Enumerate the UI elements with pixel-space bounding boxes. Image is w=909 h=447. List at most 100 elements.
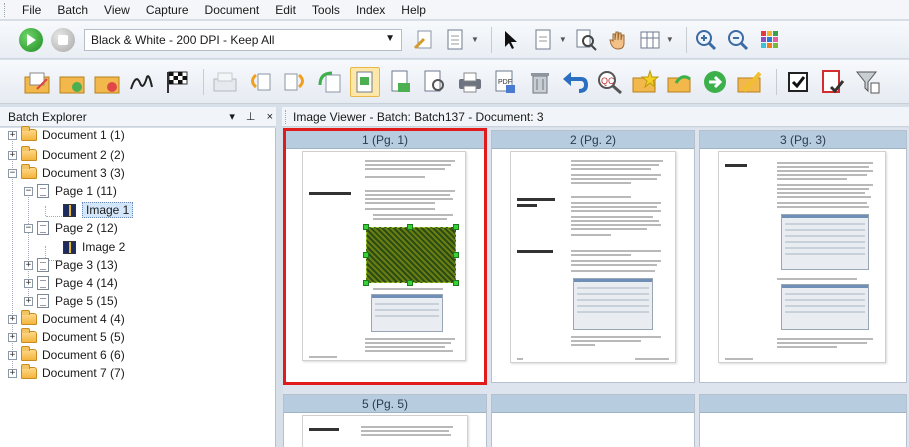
page-thumbnail-empty[interactable] (491, 394, 695, 447)
expand-icon[interactable]: + (8, 332, 17, 342)
pan-tool-button[interactable] (605, 27, 631, 53)
tree-item-page-2[interactable]: − Page 2 (12) (24, 218, 118, 238)
menu-help[interactable]: Help (393, 0, 434, 20)
refresh-button[interactable] (700, 67, 730, 97)
dropdown-arrow-icon[interactable]: ▼ (666, 35, 674, 44)
panel-controls[interactable]: ▾ ⊥ × (229, 110, 277, 123)
tree-item-label: Document 1 (1) (42, 128, 125, 142)
page-green-icon (391, 70, 410, 92)
tree-item-page-3[interactable]: + Page 3 (13) (24, 255, 118, 275)
scanner-button[interactable] (210, 67, 240, 97)
toolbar-separator (203, 68, 204, 95)
collapse-icon[interactable]: − (8, 168, 17, 178)
menu-bar: File Batch View Capture Document Edit To… (0, 0, 909, 20)
tree-item-document-3[interactable]: − Document 3 (3) (8, 163, 125, 183)
rotate-180-button[interactable] (315, 67, 345, 97)
tree-item-document-6[interactable]: + Document 6 (6) (8, 345, 125, 365)
batch-star-button[interactable] (630, 67, 660, 97)
batch-next-button[interactable] (665, 67, 695, 97)
menu-edit[interactable]: Edit (267, 0, 304, 20)
reject-button[interactable] (818, 67, 848, 97)
expand-icon[interactable]: + (8, 314, 17, 324)
collapse-icon[interactable]: − (24, 223, 33, 233)
page-view-button[interactable] (530, 27, 556, 53)
signature-icon (130, 74, 153, 89)
zoom-out-button[interactable] (725, 27, 751, 53)
approve-button[interactable] (783, 67, 813, 97)
tree-item-document-1[interactable]: + Document 1 (1) (8, 125, 125, 145)
menu-capture[interactable]: Capture (138, 0, 197, 20)
menu-index[interactable]: Index (348, 0, 393, 20)
stop-icon (51, 27, 75, 52)
image-viewer-header: Image Viewer - Batch: Batch137 - Documen… (283, 107, 909, 127)
stop-scan-button[interactable] (50, 27, 76, 53)
edit-index-button[interactable] (735, 67, 765, 97)
menu-tools[interactable]: Tools (304, 0, 348, 20)
page-thumbnail-empty[interactable] (699, 394, 907, 447)
dropdown-arrow-icon[interactable]: ▼ (471, 35, 479, 44)
menu-document[interactable]: Document (197, 0, 268, 20)
page-thumbnail-2[interactable]: 2 (Pg. 2) (491, 130, 695, 383)
expand-icon[interactable]: + (24, 260, 33, 270)
panel-splitter[interactable] (276, 107, 282, 447)
tree-item-document-5[interactable]: + Document 5 (5) (8, 327, 125, 347)
scan-profile-select[interactable]: Black & White - 200 DPI - Keep All ▼ (84, 28, 402, 51)
deskew-button[interactable] (385, 67, 415, 97)
signature-button[interactable] (127, 67, 157, 97)
qc-button[interactable]: QC (595, 67, 625, 97)
folder-open-icon (59, 76, 85, 93)
page-search-button[interactable] (420, 67, 450, 97)
scan-batch-button[interactable] (22, 67, 52, 97)
start-scan-button[interactable] (18, 27, 44, 53)
page-red-check-icon (822, 69, 845, 93)
select-tool-button[interactable] (498, 27, 524, 53)
menu-grip[interactable] (4, 3, 7, 17)
thumbnails-button[interactable] (757, 27, 783, 53)
page-preview (510, 151, 676, 363)
tree-item-page-1[interactable]: − Page 1 (11) (24, 181, 117, 201)
menu-batch[interactable]: Batch (49, 0, 96, 20)
undo-button[interactable] (560, 67, 590, 97)
expand-icon[interactable]: + (8, 150, 17, 160)
batch-explorer-header: Batch Explorer ▾ ⊥ × (0, 107, 283, 127)
zoom-in-button[interactable] (693, 27, 719, 53)
panel-grip[interactable] (285, 110, 288, 124)
expand-icon[interactable]: + (8, 350, 17, 360)
tree-item-page-5[interactable]: + Page 5 (15) (24, 291, 118, 311)
zoom-selection-button[interactable] (573, 27, 599, 53)
print-button[interactable] (455, 67, 485, 97)
tree-item-document-7[interactable]: + Document 7 (7) (8, 363, 125, 383)
tree-item-document-4[interactable]: + Document 4 (4) (8, 309, 125, 329)
crop-image-button[interactable] (350, 66, 380, 97)
folder-icon (21, 126, 37, 141)
fit-view-button[interactable] (637, 27, 663, 53)
finish-batch-button[interactable] (162, 67, 192, 97)
dropdown-arrow-icon[interactable]: ▼ (559, 35, 567, 44)
tree-item-image-1[interactable]: Image 1 (63, 200, 134, 220)
folder-arrow-icon (667, 74, 691, 92)
rotate-right-button[interactable] (280, 67, 310, 97)
open-batch-button[interactable] (57, 67, 87, 97)
expand-icon[interactable]: + (8, 368, 17, 378)
filter-button[interactable] (853, 67, 883, 97)
expand-icon[interactable]: + (24, 278, 33, 288)
page-thumbnail-1[interactable]: 1 (Pg. 1) (283, 128, 487, 385)
tree-item-document-2[interactable]: + Document 2 (2) (8, 145, 125, 165)
expand-icon[interactable]: + (8, 130, 17, 140)
close-batch-button[interactable] (92, 67, 122, 97)
delete-button[interactable] (525, 67, 555, 97)
page-options-button[interactable] (442, 27, 468, 53)
collapse-icon[interactable]: − (24, 186, 33, 196)
page-thumbnail-5[interactable]: 5 (Pg. 5) (283, 394, 487, 447)
profile-settings-button[interactable] (410, 27, 436, 53)
page-thumbnail-3[interactable]: 3 (Pg. 3) (699, 130, 907, 383)
page-preview (302, 415, 468, 447)
tree-item-page-4[interactable]: + Page 4 (14) (24, 273, 118, 293)
menu-view[interactable]: View (96, 0, 138, 20)
save-pdf-button[interactable]: PDF (490, 67, 520, 97)
rotate-left-button[interactable] (245, 67, 275, 97)
tree-item-image-2[interactable]: Image 2 (63, 237, 125, 257)
thumbnail-caption: 5 (Pg. 5) (284, 395, 486, 413)
expand-icon[interactable]: + (24, 296, 33, 306)
menu-file[interactable]: File (14, 0, 49, 20)
